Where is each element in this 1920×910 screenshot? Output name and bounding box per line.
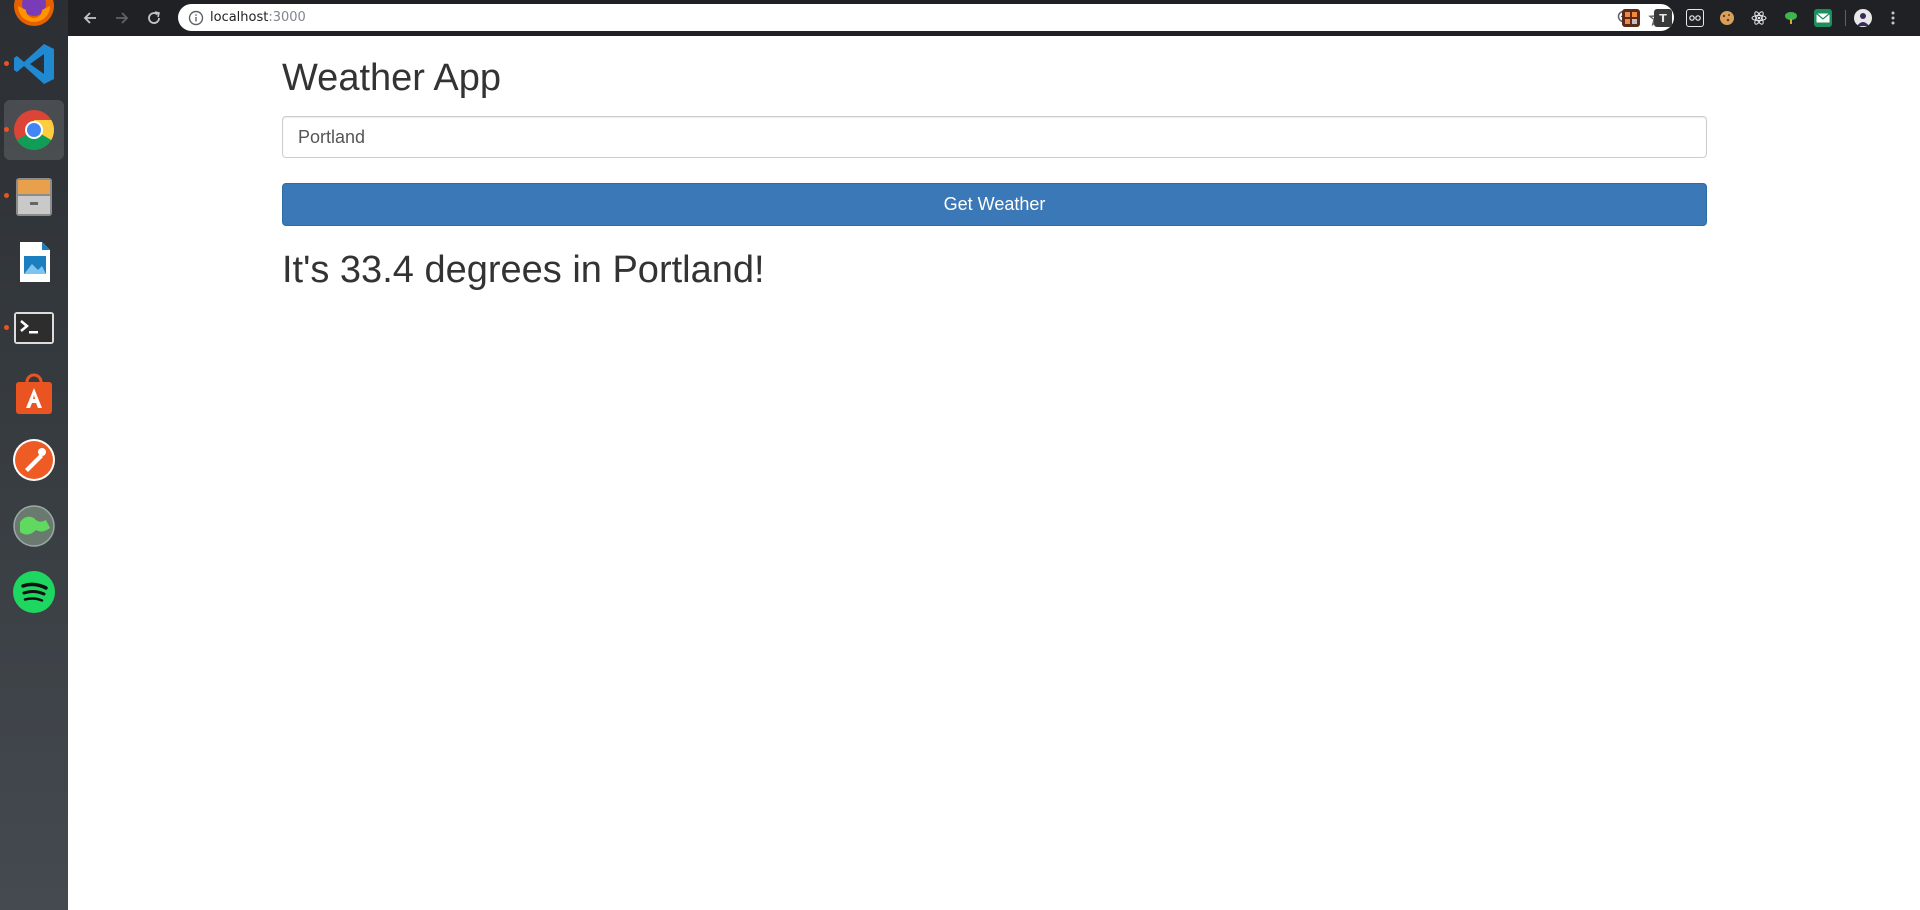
- forward-arrow-icon: [116, 12, 129, 24]
- url-host: localhost: [210, 10, 269, 25]
- vscode-icon: [12, 42, 56, 86]
- software-center-icon: [12, 372, 56, 416]
- running-indicator: [4, 193, 9, 198]
- spotify-icon: [12, 570, 56, 614]
- running-indicator: [4, 127, 9, 132]
- globe-icon: [12, 504, 56, 548]
- menu-kebab-icon[interactable]: [1884, 9, 1902, 27]
- reload-icon: [148, 11, 160, 24]
- extension-grid-icon[interactable]: [1622, 9, 1640, 27]
- forward-button[interactable]: [110, 6, 134, 30]
- mail-extension-icon[interactable]: [1814, 9, 1832, 27]
- profile-avatar[interactable]: [1854, 9, 1872, 27]
- url-text: localhost:3000: [210, 10, 306, 25]
- dock-item-globe[interactable]: [4, 496, 64, 556]
- dock-item-files[interactable]: [4, 166, 64, 226]
- dock-item-chrome[interactable]: [4, 100, 64, 160]
- weather-result: It's 33.4 degrees in Portland!: [282, 249, 765, 291]
- running-indicator: [4, 325, 9, 330]
- cookie-icon[interactable]: [1718, 9, 1736, 27]
- dock-item-image-viewer[interactable]: [4, 232, 64, 292]
- url-port: :3000: [268, 10, 306, 25]
- terminal-icon: [12, 306, 56, 350]
- running-indicator: [4, 61, 9, 66]
- get-weather-button[interactable]: Get Weather: [282, 183, 1707, 226]
- text-extension-label: T: [1659, 11, 1667, 25]
- page-title: Weather App: [282, 57, 502, 99]
- address-bar[interactable]: localhost:3000: [178, 4, 1674, 31]
- tree-extension-icon[interactable]: [1782, 9, 1800, 27]
- browser-toolbar: localhost:3000 T: [68, 0, 1920, 36]
- firefox-icon: [12, 0, 56, 28]
- glasses-extension-icon[interactable]: [1686, 9, 1704, 27]
- dock-item-terminal[interactable]: [4, 298, 64, 358]
- react-devtools-icon[interactable]: [1750, 9, 1768, 27]
- dock-item-vscode[interactable]: [4, 34, 64, 94]
- chrome-icon: [12, 108, 56, 152]
- image-viewer-icon: [12, 240, 56, 284]
- toolbar-divider: [1845, 10, 1846, 26]
- ubuntu-dock: [0, 0, 68, 910]
- file-cabinet-icon: [12, 174, 56, 218]
- back-button[interactable]: [78, 6, 102, 30]
- reload-button[interactable]: [142, 6, 166, 30]
- back-arrow-icon: [83, 12, 96, 24]
- dock-item-spotify[interactable]: [4, 562, 64, 622]
- dock-item-firefox[interactable]: [4, 0, 64, 36]
- info-icon[interactable]: [187, 9, 205, 27]
- text-extension-icon[interactable]: T: [1654, 9, 1672, 27]
- dock-item-software-center[interactable]: [4, 364, 64, 424]
- dock-item-postman[interactable]: [4, 430, 64, 490]
- city-input[interactable]: [282, 116, 1707, 158]
- postman-icon: [12, 438, 56, 482]
- page-viewport: Weather App Get Weather It's 33.4 degree…: [68, 36, 1920, 910]
